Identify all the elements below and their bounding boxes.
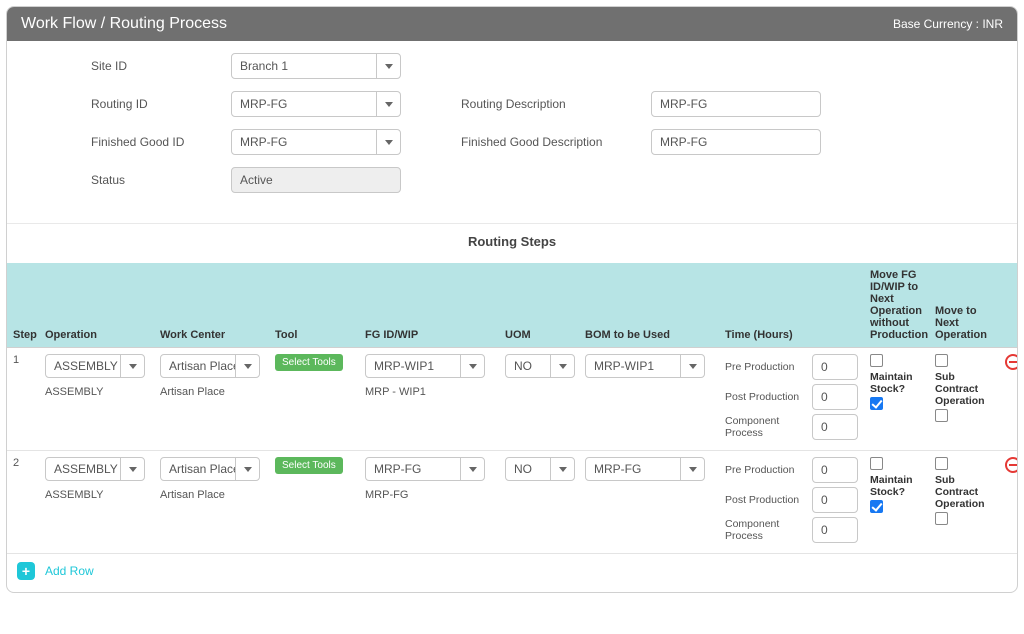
chevron-down-icon[interactable] bbox=[460, 458, 484, 480]
checkbox[interactable] bbox=[870, 457, 883, 470]
fgwip-dropdown[interactable]: MRP-FG bbox=[365, 457, 485, 481]
select-tools-button[interactable]: Select Tools bbox=[275, 457, 343, 474]
base-currency-label: Base Currency : INR bbox=[893, 17, 1003, 31]
label-sub-contract: Sub Contract Operation bbox=[935, 474, 993, 510]
bom-dropdown[interactable]: MRP-FG bbox=[585, 457, 705, 481]
fg-desc-input[interactable] bbox=[651, 129, 821, 155]
workcenter-text: Artisan Place bbox=[160, 386, 263, 398]
fg-id-dropdown[interactable]: MRP-FG bbox=[231, 129, 401, 155]
label-fg-desc: Finished Good Description bbox=[461, 135, 651, 149]
operation-text: ASSEMBLY bbox=[45, 489, 148, 501]
routing-panel: Work Flow / Routing Process Base Currenc… bbox=[6, 6, 1018, 593]
label-maintain-stock: Maintain Stock? bbox=[870, 474, 923, 498]
label-status: Status bbox=[91, 173, 231, 187]
routing-steps-title: Routing Steps bbox=[7, 224, 1017, 263]
operation-text: ASSEMBLY bbox=[45, 386, 148, 398]
uom-dropdown[interactable]: NO bbox=[505, 457, 575, 481]
chevron-down-icon[interactable] bbox=[460, 355, 484, 377]
fgwip-text: MRP-FG bbox=[365, 489, 493, 501]
col-uom: UOM bbox=[499, 263, 579, 348]
table-row: 1ASSEMBLYASSEMBLYArtisan PlaceArtisan Pl… bbox=[7, 348, 1018, 451]
routing-steps-table: Step Operation Work Center Tool FG ID/WI… bbox=[7, 263, 1018, 554]
col-work-center: Work Center bbox=[154, 263, 269, 348]
col-bom: BOM to be Used bbox=[579, 263, 719, 348]
remove-row-icon[interactable] bbox=[1005, 457, 1018, 473]
operation-dropdown[interactable]: ASSEMBLY bbox=[45, 354, 145, 378]
label-post: Post Production bbox=[725, 391, 806, 403]
operation-dropdown[interactable]: ASSEMBLY bbox=[45, 457, 145, 481]
checkbox[interactable] bbox=[935, 512, 948, 525]
table-footer: + Add Row bbox=[7, 554, 1017, 592]
status-value: Active bbox=[232, 173, 400, 187]
site-id-value: Branch 1 bbox=[232, 59, 376, 73]
checkbox[interactable] bbox=[935, 409, 948, 422]
remove-row-icon[interactable] bbox=[1005, 354, 1018, 370]
chevron-down-icon[interactable] bbox=[120, 355, 144, 377]
workcenter-dropdown[interactable]: Artisan Place bbox=[160, 457, 260, 481]
routing-id-value: MRP-FG bbox=[232, 97, 376, 111]
bom-dropdown[interactable]: MRP-WIP1 bbox=[585, 354, 705, 378]
step-number: 2 bbox=[7, 451, 39, 554]
routing-id-dropdown[interactable]: MRP-FG bbox=[231, 91, 401, 117]
col-tool: Tool bbox=[269, 263, 359, 348]
chevron-down-icon[interactable] bbox=[235, 355, 259, 377]
chevron-down-icon[interactable] bbox=[120, 458, 144, 480]
checkbox[interactable] bbox=[870, 500, 883, 513]
label-maintain-stock: Maintain Stock? bbox=[870, 371, 923, 395]
add-row-button[interactable]: + bbox=[17, 562, 35, 580]
label-fg-id: Finished Good ID bbox=[91, 135, 231, 149]
col-fg-wip: FG ID/WIP bbox=[359, 263, 499, 348]
add-row-link[interactable]: Add Row bbox=[45, 564, 94, 578]
col-move-next: Move to Next Operation bbox=[929, 263, 999, 348]
col-time: Time (Hours) bbox=[719, 263, 864, 348]
chevron-down-icon[interactable] bbox=[550, 355, 574, 377]
chevron-down-icon[interactable] bbox=[680, 458, 704, 480]
status-field: Active bbox=[231, 167, 401, 193]
site-id-dropdown[interactable]: Branch 1 bbox=[231, 53, 401, 79]
chevron-down-icon[interactable] bbox=[550, 458, 574, 480]
workcenter-text: Artisan Place bbox=[160, 489, 263, 501]
label-post: Post Production bbox=[725, 494, 806, 506]
label-comp: Component Process bbox=[725, 415, 806, 439]
label-comp: Component Process bbox=[725, 518, 806, 542]
workcenter-dropdown[interactable]: Artisan Place bbox=[160, 354, 260, 378]
fg-id-value: MRP-FG bbox=[232, 135, 376, 149]
pre-input[interactable] bbox=[812, 457, 858, 483]
page-title: Work Flow / Routing Process bbox=[21, 15, 227, 33]
checkbox[interactable] bbox=[870, 397, 883, 410]
pre-input[interactable] bbox=[812, 354, 858, 380]
checkbox[interactable] bbox=[935, 457, 948, 470]
panel-header: Work Flow / Routing Process Base Currenc… bbox=[7, 7, 1017, 41]
label-sub-contract: Sub Contract Operation bbox=[935, 371, 993, 407]
comp-input[interactable] bbox=[812, 414, 858, 440]
chevron-down-icon[interactable] bbox=[235, 458, 259, 480]
table-row: 2ASSEMBLYASSEMBLYArtisan PlaceArtisan Pl… bbox=[7, 451, 1018, 554]
chevron-down-icon[interactable] bbox=[376, 92, 400, 116]
select-tools-button[interactable]: Select Tools bbox=[275, 354, 343, 371]
chevron-down-icon[interactable] bbox=[680, 355, 704, 377]
post-input[interactable] bbox=[812, 487, 858, 513]
checkbox[interactable] bbox=[870, 354, 883, 367]
fgwip-dropdown[interactable]: MRP-WIP1 bbox=[365, 354, 485, 378]
chevron-down-icon[interactable] bbox=[376, 130, 400, 154]
col-step: Step bbox=[7, 263, 39, 348]
label-pre: Pre Production bbox=[725, 361, 806, 373]
post-input[interactable] bbox=[812, 384, 858, 410]
col-operation: Operation bbox=[39, 263, 154, 348]
label-pre: Pre Production bbox=[725, 464, 806, 476]
form-area: Site ID Branch 1 Routing ID MRP-FG Routi… bbox=[7, 41, 1017, 224]
label-site-id: Site ID bbox=[91, 59, 231, 73]
uom-dropdown[interactable]: NO bbox=[505, 354, 575, 378]
label-routing-id: Routing ID bbox=[91, 97, 231, 111]
chevron-down-icon[interactable] bbox=[376, 54, 400, 78]
col-move-noprod: Move FG ID/WIP to Next Operation without… bbox=[864, 263, 929, 348]
fgwip-text: MRP - WIP1 bbox=[365, 386, 493, 398]
checkbox[interactable] bbox=[935, 354, 948, 367]
comp-input[interactable] bbox=[812, 517, 858, 543]
routing-desc-input[interactable] bbox=[651, 91, 821, 117]
label-routing-desc: Routing Description bbox=[461, 97, 651, 111]
step-number: 1 bbox=[7, 348, 39, 451]
